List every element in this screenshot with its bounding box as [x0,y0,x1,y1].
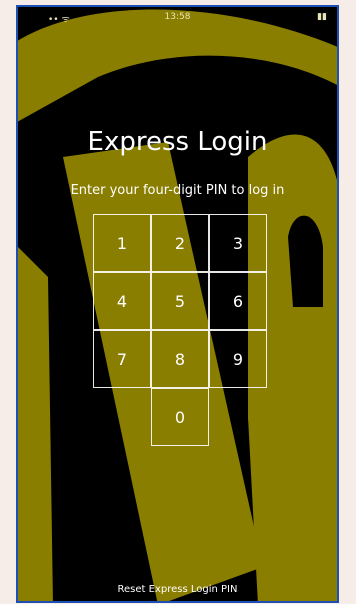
status-time: 13:58 [164,12,191,22]
page-title: Express Login [87,127,268,157]
keypad-key-9[interactable]: 9 [209,330,267,388]
reset-pin-link[interactable]: Reset Express Login PIN [18,584,337,595]
keypad-key-8[interactable]: 8 [151,330,209,388]
app-screen: •• ᯤ 13:58 ▮▮ Express Login Enter your f… [16,5,339,603]
keypad-key-2[interactable]: 2 [151,214,209,272]
pin-instruction: Enter your four-digit PIN to log in [70,183,285,198]
battery-icon: ▮▮ [317,12,327,22]
keypad-key-5[interactable]: 5 [151,272,209,330]
keypad-key-4[interactable]: 4 [93,272,151,330]
keypad-key-7[interactable]: 7 [93,330,151,388]
status-bar: •• ᯤ 13:58 ▮▮ [18,10,337,26]
keypad-key-1[interactable]: 1 [93,214,151,272]
keypad-key-0[interactable]: 0 [151,388,209,446]
keypad-key-6[interactable]: 6 [209,272,267,330]
keypad-key-3[interactable]: 3 [209,214,267,272]
